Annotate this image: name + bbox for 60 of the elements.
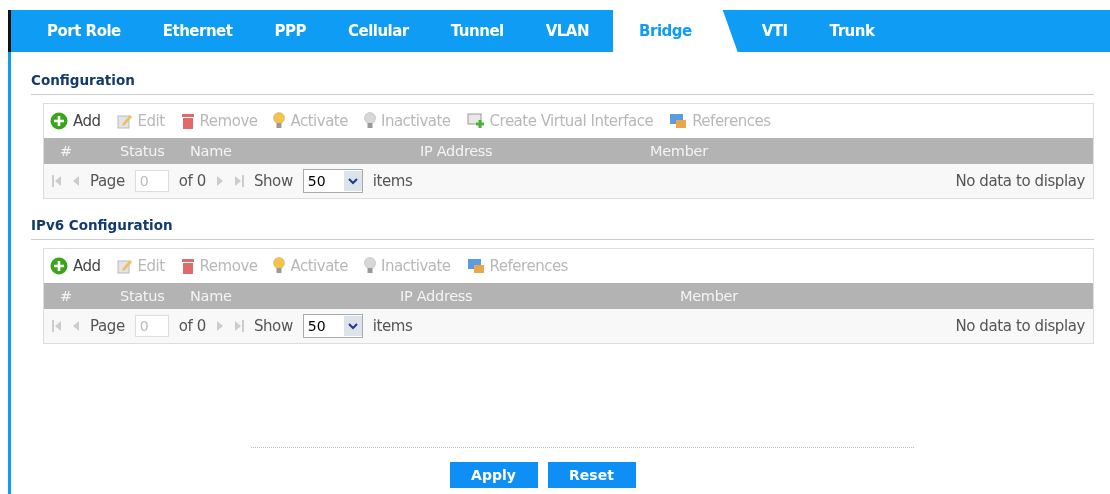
- tab[interactable]: Port Role: [29, 10, 139, 52]
- last-page-icon[interactable]: [233, 320, 244, 332]
- column-header: #: [60, 143, 73, 159]
- show-label: Show: [253, 172, 293, 190]
- caret-icon: [347, 177, 358, 185]
- next-page-icon[interactable]: [215, 175, 224, 187]
- show-label: Show: [253, 317, 293, 335]
- empty-message: No data to display: [955, 172, 1085, 190]
- edit-icon: [116, 258, 133, 274]
- first-page-icon[interactable]: [52, 320, 62, 332]
- column-header: IP Address: [399, 288, 474, 304]
- lightbulb-icon: [363, 112, 376, 130]
- references-icon: [466, 258, 485, 274]
- column-header: Status: [120, 288, 166, 304]
- monitor-plus-icon: [466, 113, 485, 129]
- next-page-icon[interactable]: [215, 320, 224, 332]
- column-header: Member: [649, 143, 710, 159]
- tab[interactable]: PPP: [256, 10, 324, 52]
- items-label: items: [372, 172, 413, 190]
- action-button[interactable]: Reset: [547, 462, 636, 488]
- column-header: #: [60, 288, 73, 304]
- page-count: of 0: [178, 317, 206, 335]
- last-page-icon[interactable]: [233, 175, 244, 187]
- plus-icon: [50, 257, 68, 275]
- previous-page-icon[interactable]: [72, 320, 80, 332]
- tab[interactable]: Cellular: [329, 10, 427, 52]
- toolbar-button[interactable]: Add: [50, 112, 101, 130]
- page-label: Page: [90, 317, 125, 335]
- section-title: IPv6 Configuration: [31, 217, 1094, 240]
- per-page-dropdown[interactable]: 50: [302, 314, 363, 338]
- section-title: Configuration: [31, 72, 1094, 95]
- plus-icon: [50, 112, 68, 130]
- tab[interactable]: VTI: [743, 10, 806, 52]
- per-page-dropdown[interactable]: 50: [302, 169, 363, 193]
- tab[interactable]: Tunnel: [432, 10, 522, 52]
- tab[interactable]: Bridge: [613, 10, 738, 52]
- lightbulb-icon: [273, 112, 286, 130]
- references-icon: [669, 113, 688, 129]
- column-header: Name: [190, 143, 233, 159]
- trash-icon: [180, 113, 195, 129]
- tab[interactable]: VLAN: [527, 10, 608, 52]
- tab[interactable]: Ethernet: [144, 10, 251, 52]
- page-label: Page: [90, 172, 125, 190]
- column-header: Status: [120, 143, 166, 159]
- column-header: Member: [679, 288, 740, 304]
- action-button[interactable]: Apply: [449, 462, 538, 488]
- lightbulb-icon: [363, 257, 376, 275]
- items-label: items: [372, 317, 413, 335]
- edit-icon: [116, 113, 133, 129]
- first-page-icon[interactable]: [52, 175, 62, 187]
- empty-message: No data to display: [955, 317, 1085, 335]
- caret-icon: [347, 322, 358, 330]
- trash-icon: [180, 258, 195, 274]
- lightbulb-icon: [273, 257, 286, 275]
- column-header: IP Address: [419, 143, 494, 159]
- page-count: of 0: [178, 172, 206, 190]
- previous-page-icon[interactable]: [72, 175, 80, 187]
- tab[interactable]: Trunk: [811, 10, 893, 52]
- column-header: Name: [190, 288, 233, 304]
- toolbar-button[interactable]: Add: [50, 257, 101, 275]
